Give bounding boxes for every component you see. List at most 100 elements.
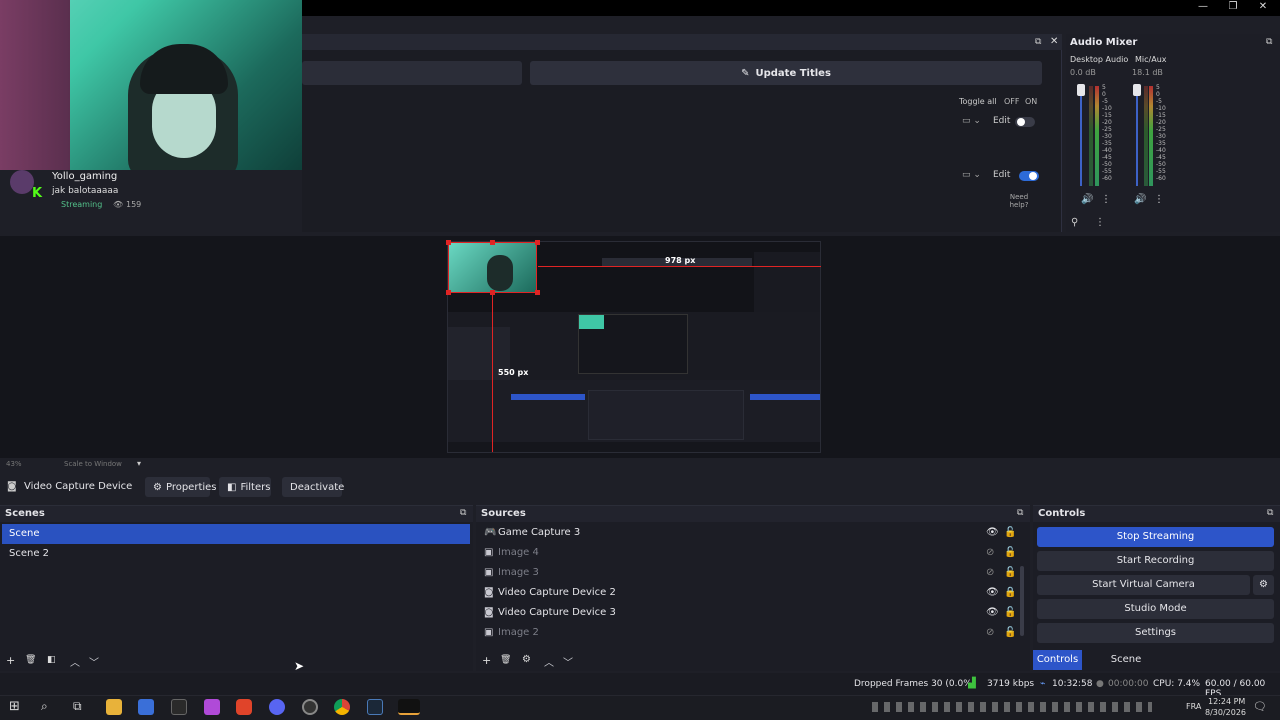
update-titles-button[interactable]: ✎ Update Titles bbox=[530, 61, 1042, 85]
stop-streaming-button[interactable]: Stop Streaming bbox=[1037, 527, 1274, 547]
desktop-fader-knob[interactable] bbox=[1077, 84, 1085, 96]
mic-more-icon[interactable]: ⋮ bbox=[1154, 194, 1164, 205]
discord-icon[interactable] bbox=[269, 699, 285, 715]
mic-fader-knob[interactable] bbox=[1133, 84, 1141, 96]
source-item[interactable]: ▣ Image 4 ⊘ 🔓 bbox=[476, 543, 1024, 563]
resize-handle-tr[interactable] bbox=[535, 240, 540, 245]
app-icon[interactable] bbox=[204, 699, 220, 715]
dock-float-icon[interactable]: ⧉ bbox=[1035, 37, 1041, 47]
unlocked-icon[interactable]: 🔓 bbox=[1004, 623, 1016, 643]
unlocked-icon[interactable]: 🔓 bbox=[1004, 603, 1016, 623]
tab-controls[interactable]: Controls bbox=[1033, 650, 1082, 670]
close-button[interactable]: ✕ bbox=[1248, 0, 1278, 16]
file-explorer-icon[interactable] bbox=[106, 699, 122, 715]
deactivate-button[interactable]: Deactivate bbox=[282, 477, 345, 497]
locked-icon[interactable]: 🔒 bbox=[1004, 583, 1016, 603]
source-item[interactable]: ▣ Image 3 ⊘ 🔓 bbox=[476, 563, 1024, 583]
steam-icon[interactable] bbox=[367, 699, 383, 715]
scale-dropdown-icon[interactable]: ▾ bbox=[137, 459, 141, 468]
chat-icon[interactable]: ▭ ⌄ bbox=[962, 116, 981, 126]
language-indicator[interactable]: FRA bbox=[1186, 702, 1201, 711]
active-app-icon[interactable] bbox=[398, 699, 420, 715]
mixer-menu-icon[interactable]: ⋮ bbox=[1095, 217, 1105, 228]
dock-close-icon[interactable]: ✕ bbox=[1050, 36, 1058, 47]
remove-source-icon[interactable]: 🗑 bbox=[500, 655, 511, 665]
clock-time[interactable]: 12:24 PM bbox=[1208, 697, 1245, 706]
mixer-link-icon[interactable]: ⚲ bbox=[1071, 217, 1078, 228]
notification-icon[interactable]: 🗨 bbox=[1253, 700, 1267, 713]
toggle-switch-2[interactable] bbox=[1019, 171, 1039, 181]
resize-handle-bl[interactable] bbox=[446, 290, 451, 295]
move-scene-up-icon[interactable]: ︿ bbox=[70, 654, 80, 669]
selected-source-box[interactable] bbox=[448, 242, 537, 293]
store-icon[interactable] bbox=[138, 699, 154, 715]
move-source-up-icon[interactable]: ︿ bbox=[544, 654, 554, 669]
clock-date[interactable]: 8/30/2026 bbox=[1205, 708, 1246, 717]
visible-eye-icon[interactable]: 👁 bbox=[986, 583, 999, 603]
virtual-camera-settings-icon[interactable]: ⚙ bbox=[1253, 575, 1274, 595]
hidden-eye-icon[interactable]: ⊘ bbox=[986, 563, 994, 583]
mic-fader-track[interactable] bbox=[1136, 86, 1138, 186]
unlocked-icon[interactable]: 🔓 bbox=[1004, 563, 1016, 583]
start-recording-button[interactable]: Start Recording bbox=[1037, 551, 1274, 571]
scenes-dock-icon[interactable]: ⧉ bbox=[460, 508, 466, 518]
brave-browser-icon[interactable] bbox=[236, 699, 252, 715]
source-item[interactable]: ◙ Video Capture Device 3 👁 🔓 bbox=[476, 603, 1024, 623]
resize-handle-br[interactable] bbox=[535, 290, 540, 295]
chat-icon-2[interactable]: ▭ ⌄ bbox=[962, 170, 981, 180]
chrome-icon[interactable] bbox=[334, 699, 350, 715]
remove-scene-icon[interactable]: 🗑 bbox=[25, 655, 36, 665]
mic-speaker-icon[interactable]: 🔊 bbox=[1134, 194, 1146, 205]
epic-games-icon[interactable] bbox=[171, 699, 187, 715]
source-item[interactable]: ▣ Image 2 ⊘ 🔓 bbox=[476, 623, 1024, 643]
visible-eye-icon[interactable]: 👁 bbox=[986, 603, 999, 623]
need-help-link[interactable]: Need help? bbox=[1006, 193, 1032, 209]
toggle-on-label[interactable]: ON bbox=[1025, 97, 1037, 106]
studio-mode-button[interactable]: Studio Mode bbox=[1037, 599, 1274, 619]
settings-button[interactable]: Settings bbox=[1037, 623, 1274, 643]
system-tray-icons[interactable] bbox=[872, 702, 1152, 712]
sources-scrollbar[interactable] bbox=[1020, 566, 1024, 636]
desktop-more-icon[interactable]: ⋮ bbox=[1101, 194, 1111, 205]
toggle-switch-1[interactable] bbox=[1015, 117, 1035, 127]
deactivate-label: Deactivate bbox=[290, 481, 345, 493]
hidden-eye-icon[interactable]: ⊘ bbox=[986, 543, 994, 563]
scene-filter-icon[interactable]: ◧ bbox=[47, 655, 56, 665]
desktop-fader-track[interactable] bbox=[1080, 86, 1082, 186]
start-virtual-camera-button[interactable]: Start Virtual Camera bbox=[1037, 575, 1250, 595]
zoom-level[interactable]: 43% bbox=[6, 460, 22, 468]
scene-item[interactable]: Scene 2 bbox=[2, 544, 470, 564]
resize-handle-tl[interactable] bbox=[446, 240, 451, 245]
maximize-button[interactable]: ❐ bbox=[1218, 0, 1248, 16]
controls-dock-icon[interactable]: ⧉ bbox=[1267, 508, 1273, 518]
resize-handle-t[interactable] bbox=[490, 240, 495, 245]
edit-label-2[interactable]: Edit bbox=[993, 170, 1010, 180]
properties-button[interactable]: ⚙ Properties bbox=[145, 477, 217, 497]
visible-eye-icon[interactable]: 👁 bbox=[986, 523, 999, 543]
add-source-icon[interactable]: + bbox=[482, 654, 491, 667]
tab-scene-transitions[interactable]: Scene Transitions bbox=[1086, 650, 1166, 685]
source-item[interactable]: ◙ Video Capture Device 2 👁 🔒 bbox=[476, 583, 1024, 603]
source-item[interactable]: 🎮 Game Capture 3 👁 🔓 bbox=[476, 523, 1024, 543]
task-view-icon[interactable]: ⧉ bbox=[73, 699, 82, 714]
toggle-off-label[interactable]: OFF bbox=[1004, 97, 1020, 106]
scale-mode[interactable]: Scale to Window bbox=[64, 460, 122, 468]
mixer-dock-icon[interactable]: ⧉ bbox=[1266, 37, 1272, 47]
move-source-down-icon[interactable]: ﹀ bbox=[563, 654, 573, 669]
desktop-speaker-icon[interactable]: 🔊 bbox=[1081, 194, 1093, 205]
source-settings-icon[interactable]: ⚙ bbox=[522, 654, 531, 665]
windows-start-icon[interactable]: ⊞ bbox=[9, 699, 20, 714]
add-scene-icon[interactable]: + bbox=[6, 654, 15, 667]
sources-dock-icon[interactable]: ⧉ bbox=[1017, 508, 1023, 518]
search-icon[interactable]: ⌕ bbox=[41, 699, 48, 714]
unlocked-icon[interactable]: 🔓 bbox=[1004, 543, 1016, 563]
obs-icon[interactable] bbox=[302, 699, 318, 715]
scene-item[interactable]: Scene bbox=[2, 524, 470, 544]
move-scene-down-icon[interactable]: ﹀ bbox=[89, 654, 99, 669]
filters-button[interactable]: ◧ Filters bbox=[219, 477, 271, 497]
hidden-eye-icon[interactable]: ⊘ bbox=[986, 623, 994, 643]
unlocked-icon[interactable]: 🔓 bbox=[1004, 523, 1016, 543]
minimize-button[interactable]: — bbox=[1188, 0, 1218, 16]
title-input[interactable] bbox=[302, 61, 522, 85]
edit-label-1[interactable]: Edit bbox=[993, 116, 1010, 126]
